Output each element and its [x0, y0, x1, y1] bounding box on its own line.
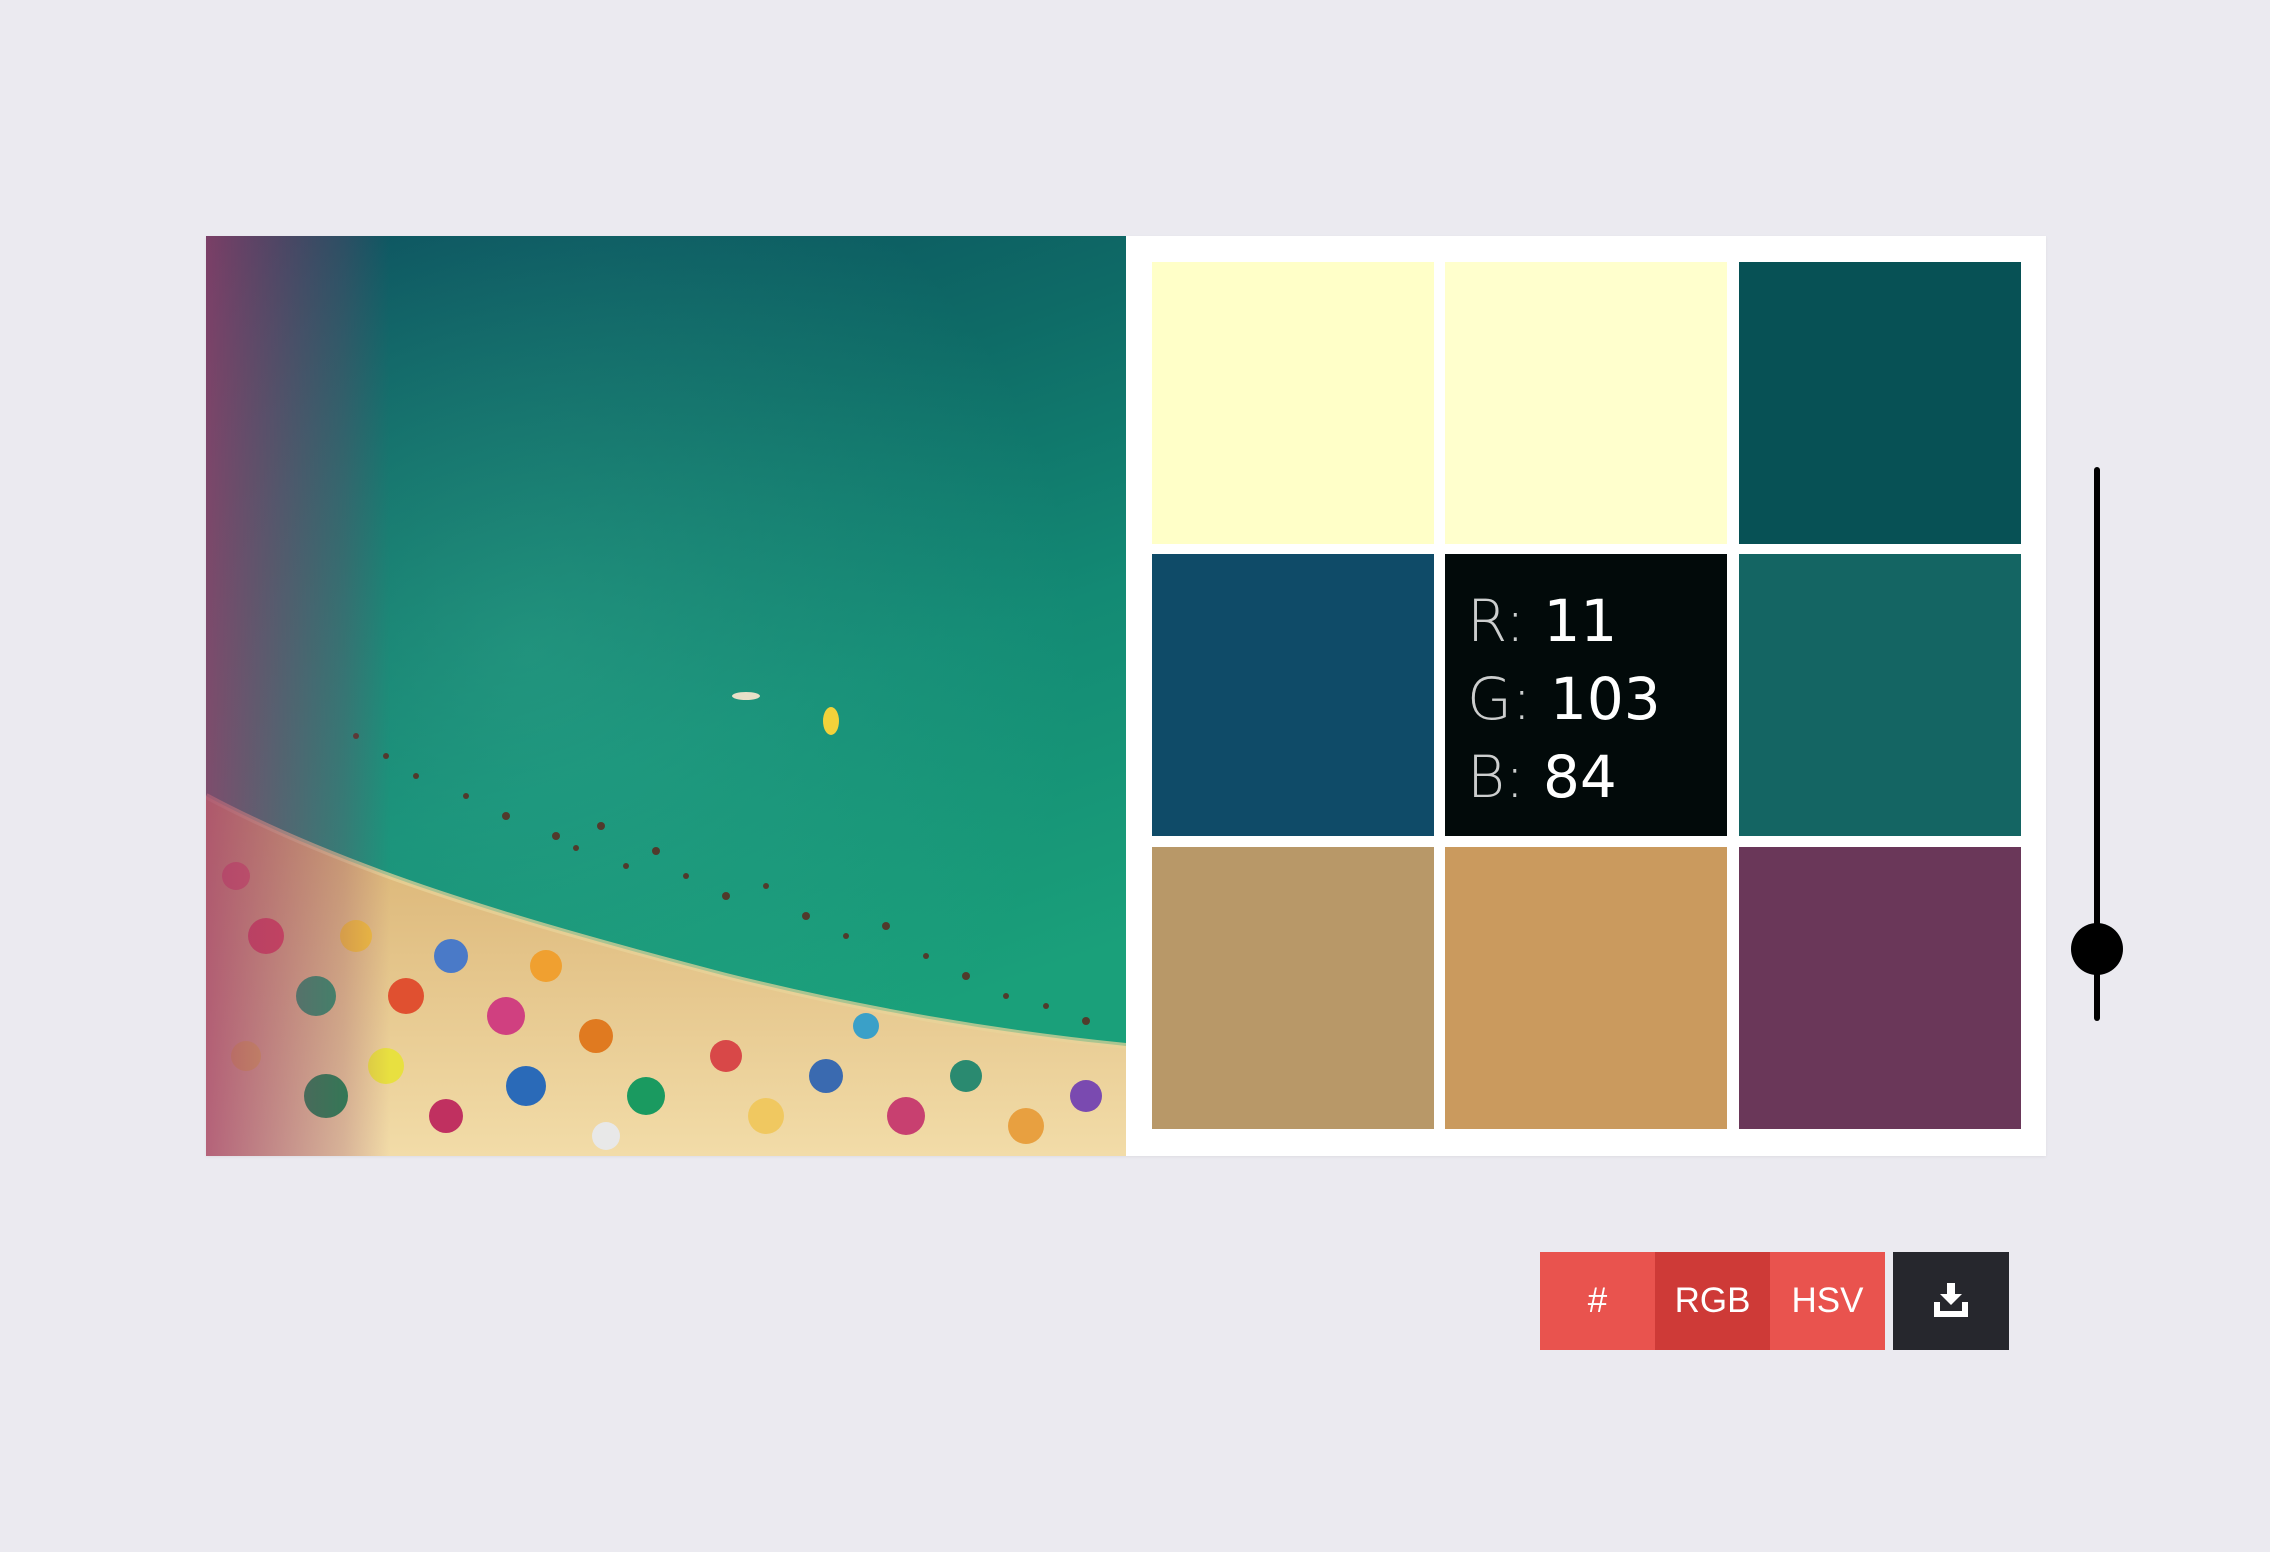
rgb-format-button[interactable]: RGB	[1655, 1252, 1770, 1350]
swatch-2[interactable]	[1445, 262, 1727, 544]
swatch-6[interactable]	[1739, 554, 2021, 836]
blue-line: B: 84	[1467, 738, 1661, 816]
green-line: G: 103	[1467, 660, 1661, 738]
red-value: 11	[1543, 587, 1618, 655]
download-button[interactable]	[1893, 1252, 2009, 1350]
source-photo	[206, 236, 1126, 1156]
swatch-7[interactable]	[1152, 847, 1434, 1129]
hsv-format-button[interactable]: HSV	[1770, 1252, 1885, 1350]
hex-format-button[interactable]: #	[1540, 1252, 1655, 1350]
rgb-readout: R: 11 G: 103 B: 84	[1467, 582, 1661, 816]
swatch-1[interactable]	[1152, 262, 1434, 544]
blue-value: 84	[1542, 743, 1617, 811]
swatch-4[interactable]	[1152, 554, 1434, 836]
palette-card: R: 11 G: 103 B: 84	[206, 236, 2046, 1156]
green-value: 103	[1549, 665, 1661, 733]
slider-handle[interactable]	[2071, 922, 2123, 975]
green-key: G:	[1467, 665, 1532, 733]
swatch-9[interactable]	[1739, 847, 2021, 1129]
color-palette-grid: R: 11 G: 103 B: 84	[1152, 262, 2022, 1130]
red-line: R: 11	[1467, 582, 1661, 660]
swatch-8[interactable]	[1445, 847, 1727, 1129]
red-key: R:	[1467, 587, 1526, 655]
swatch-3[interactable]	[1739, 262, 2021, 544]
palette-size-slider[interactable]	[2071, 467, 2123, 1021]
swatch-5-selected[interactable]: R: 11 G: 103 B: 84	[1445, 554, 1727, 836]
blue-key: B:	[1467, 743, 1525, 811]
download-tray-icon	[1934, 1283, 1968, 1317]
